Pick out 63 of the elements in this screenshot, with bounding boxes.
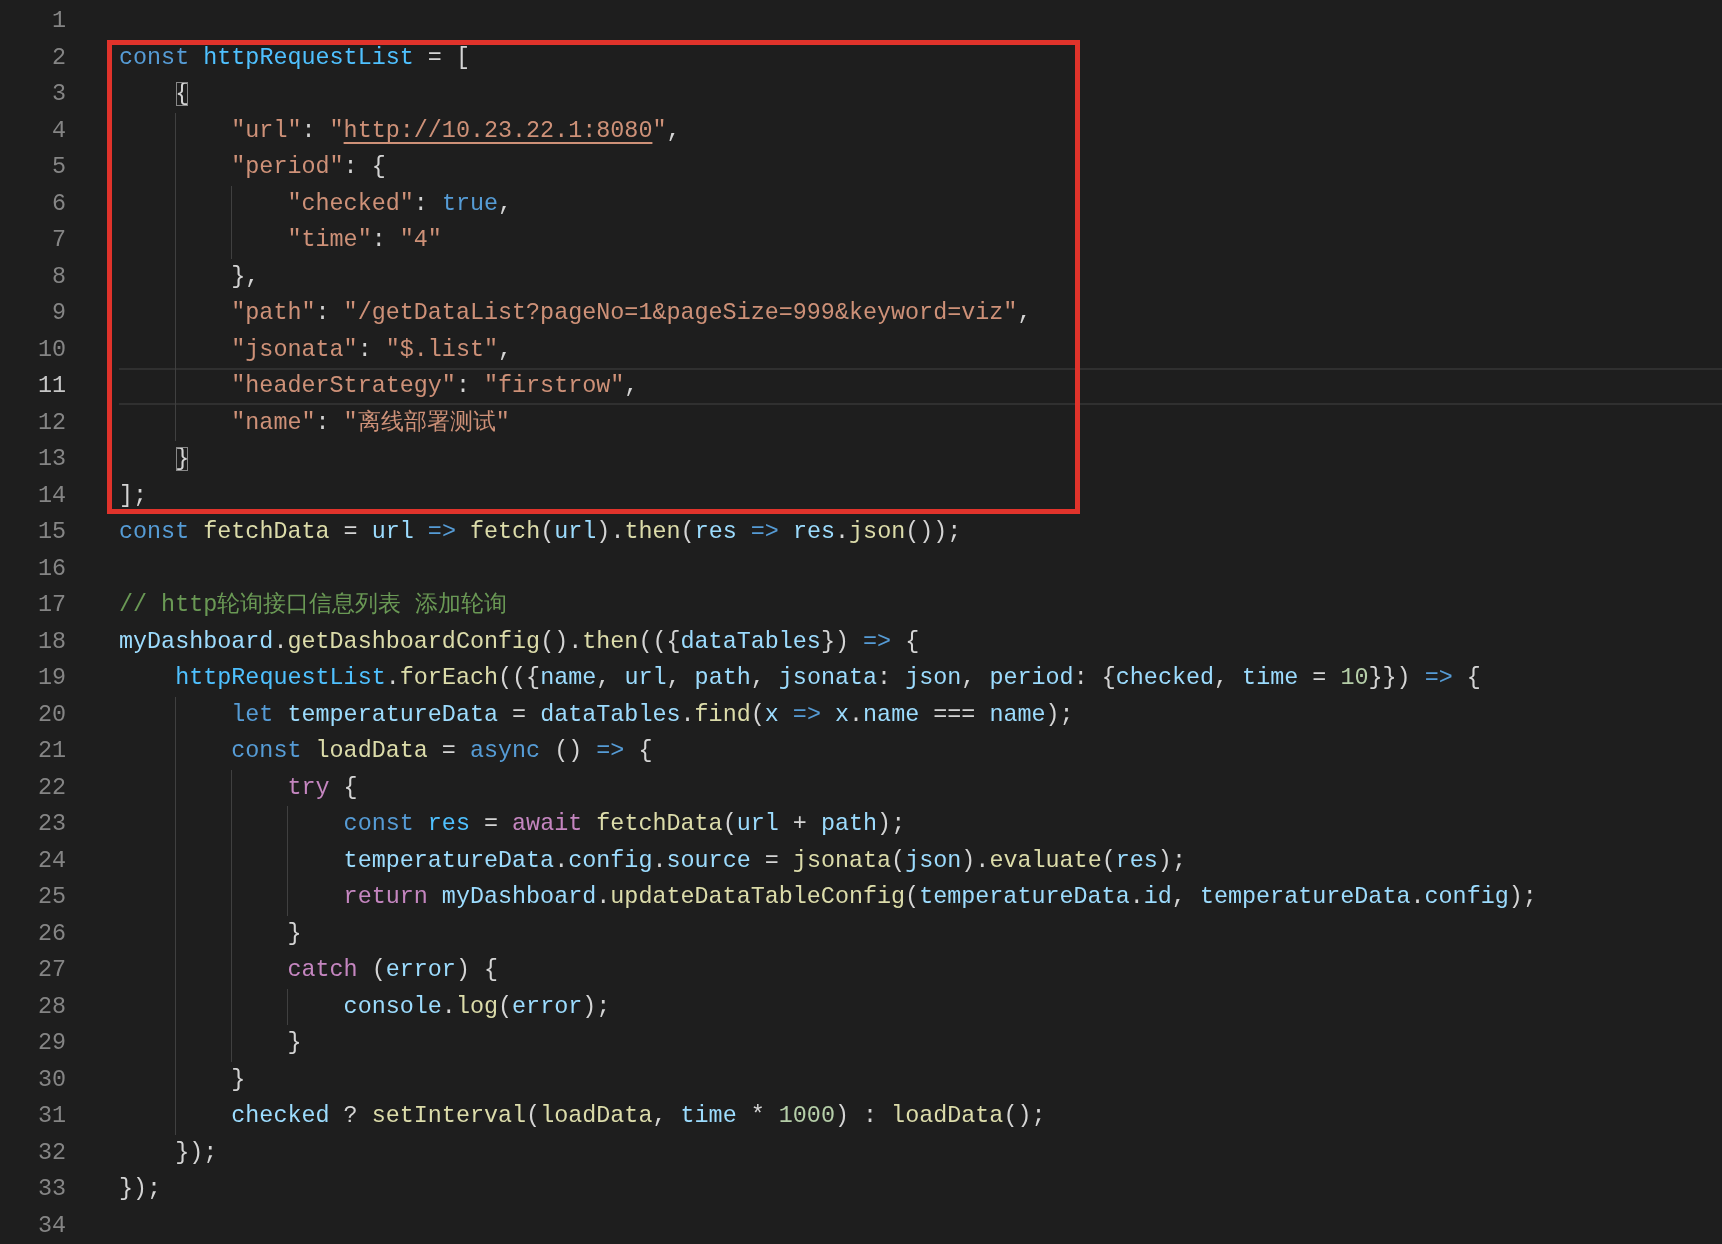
line-number: 21 — [36, 737, 66, 766]
line-number: 34 — [36, 1211, 66, 1241]
line-number: 13 — [36, 445, 66, 474]
code-line: let temperatureData = dataTables.find(x => x.name === name); — [231, 700, 1074, 730]
code-line: "url": "http://10.23.22.1:8080", — [231, 116, 681, 146]
line-number: 27 — [36, 956, 66, 985]
code-line: "period": { — [231, 153, 386, 182]
line-number: 30 — [36, 1065, 66, 1095]
code-line: temperatureData.config.source = jsonata(json).evaluate(res); — [343, 846, 1186, 876]
code-line: console.log(error); — [343, 992, 611, 1022]
code-line: "name": "离线部署测试" — [231, 408, 510, 438]
line-number: 12 — [36, 408, 66, 438]
line-number: 28 — [36, 992, 66, 1022]
code-line: }); — [175, 1138, 218, 1168]
code-line: ]; — [119, 481, 148, 511]
code-line: "checked": true, — [287, 189, 513, 219]
code-line: const fetchData = url => fetch(url).then(res => res.json()); — [119, 518, 962, 547]
line-number: 26 — [36, 919, 66, 949]
code-line: "jsonata": "$.list", — [231, 335, 513, 365]
line-number: 32 — [36, 1138, 66, 1168]
code-line: const loadData = async () => { — [231, 737, 653, 766]
line-number: 9 — [50, 299, 66, 328]
code-line: return myDashboard.updateDataTableConfig(temperatureData.id, temperatureData.config); — [343, 883, 1537, 912]
code-line: "time": "4" — [287, 226, 442, 255]
line-number: 22 — [36, 773, 66, 803]
code-line: }, — [231, 262, 260, 292]
code-line: const httpRequestList = [ — [119, 43, 470, 73]
code-line: myDashboard.getDashboardConfig().then(({dataTables}) => { — [119, 627, 920, 657]
code-line: checked ? setInterval(loadData, time * 1000) : loadData(); — [231, 1102, 1046, 1131]
line-number: 11 — [36, 372, 66, 401]
code-line: try { — [287, 773, 358, 803]
code-line: httpRequestList.forEach(({name, url, path, jsonata: json, period: {checked, time = 10}}) => { — [175, 664, 1481, 693]
line-number: 1 — [50, 7, 66, 36]
line-number: 25 — [36, 883, 66, 912]
line-number: 33 — [36, 1175, 66, 1204]
line-number: 2 — [50, 43, 66, 73]
line-number: 10 — [36, 335, 66, 365]
code-line: "headerStrategy": "firstrow", — [231, 372, 639, 401]
line-number: 14 — [36, 481, 66, 511]
code-line: } — [287, 919, 302, 949]
line-number: 29 — [36, 1029, 66, 1058]
line-number: 24 — [36, 846, 66, 876]
line-number: 23 — [36, 810, 66, 839]
line-number: 6 — [50, 189, 66, 219]
code-line: } — [287, 1029, 302, 1058]
line-number: 18 — [36, 627, 66, 657]
line-number: 19 — [36, 664, 66, 693]
line-number: 3 — [50, 80, 66, 109]
line-number: 16 — [36, 554, 66, 584]
line-number: 4 — [50, 116, 66, 146]
line-number: 5 — [50, 153, 66, 182]
code-line: catch (error) { — [287, 956, 499, 985]
code-line: const res = await fetchData(url + path); — [343, 810, 906, 839]
line-number: 15 — [36, 518, 66, 547]
line-number: 7 — [50, 226, 66, 255]
code-line: "path": "/getDataList?pageNo=1&pageSize=999&keyword=viz", — [231, 299, 1032, 328]
line-number: 31 — [36, 1102, 66, 1131]
code-line: }); — [119, 1175, 162, 1204]
code-line: } — [231, 1065, 246, 1095]
line-number: 20 — [36, 700, 66, 730]
line-number: 17 — [36, 591, 66, 620]
line-number: 8 — [50, 262, 66, 292]
code-comment: // http轮询接口信息列表 添加轮询 — [119, 591, 508, 620]
